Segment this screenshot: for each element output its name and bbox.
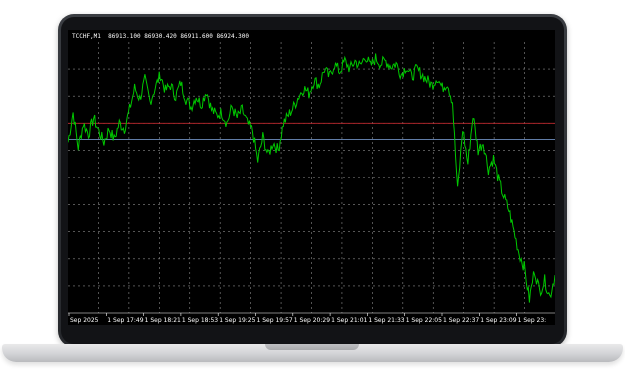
x-tick-label: 1 Sep 18:53 [182, 317, 218, 324]
x-tick-label: 1 Sep 18:21 [145, 317, 181, 324]
x-tick-label: 1 Sep 19:57 [257, 317, 293, 324]
x-tick-label: 1 Sep 22:37 [443, 317, 479, 324]
x-tick-label: 1 Sep 19:25 [219, 317, 255, 324]
chart-header: TCCHF,M1 86913.100 86930.420 86911.600 8… [72, 33, 250, 40]
stage: Sep 2025 1 Sep 17:49 1 Sep 18:21 1 Sep 18:5… [0, 0, 625, 388]
chart-window[interactable]: Sep 2025 1 Sep 17:49 1 Sep 18:21 1 Sep 18:5… [68, 30, 555, 325]
x-tick-label: 1 Sep 22:05 [406, 317, 442, 324]
x-tick-label: 1 Sep 17:49 [107, 317, 143, 324]
price-chart[interactable]: Sep 2025 1 Sep 17:49 1 Sep 18:21 1 Sep 18:5… [68, 30, 555, 325]
x-tick-label: 1 Sep 21:01 [331, 317, 367, 324]
x-tick-label: Sep 2025 [70, 317, 99, 324]
laptop-notch [265, 344, 359, 350]
x-tick-label: 1 Sep 21:33 [368, 317, 404, 324]
x-tick-label: 1 Sep 20:29 [294, 317, 330, 324]
x-tick-label: 1 Sep 23:09 [480, 317, 516, 324]
x-tick-label: 1 Sep 23: [518, 317, 547, 324]
